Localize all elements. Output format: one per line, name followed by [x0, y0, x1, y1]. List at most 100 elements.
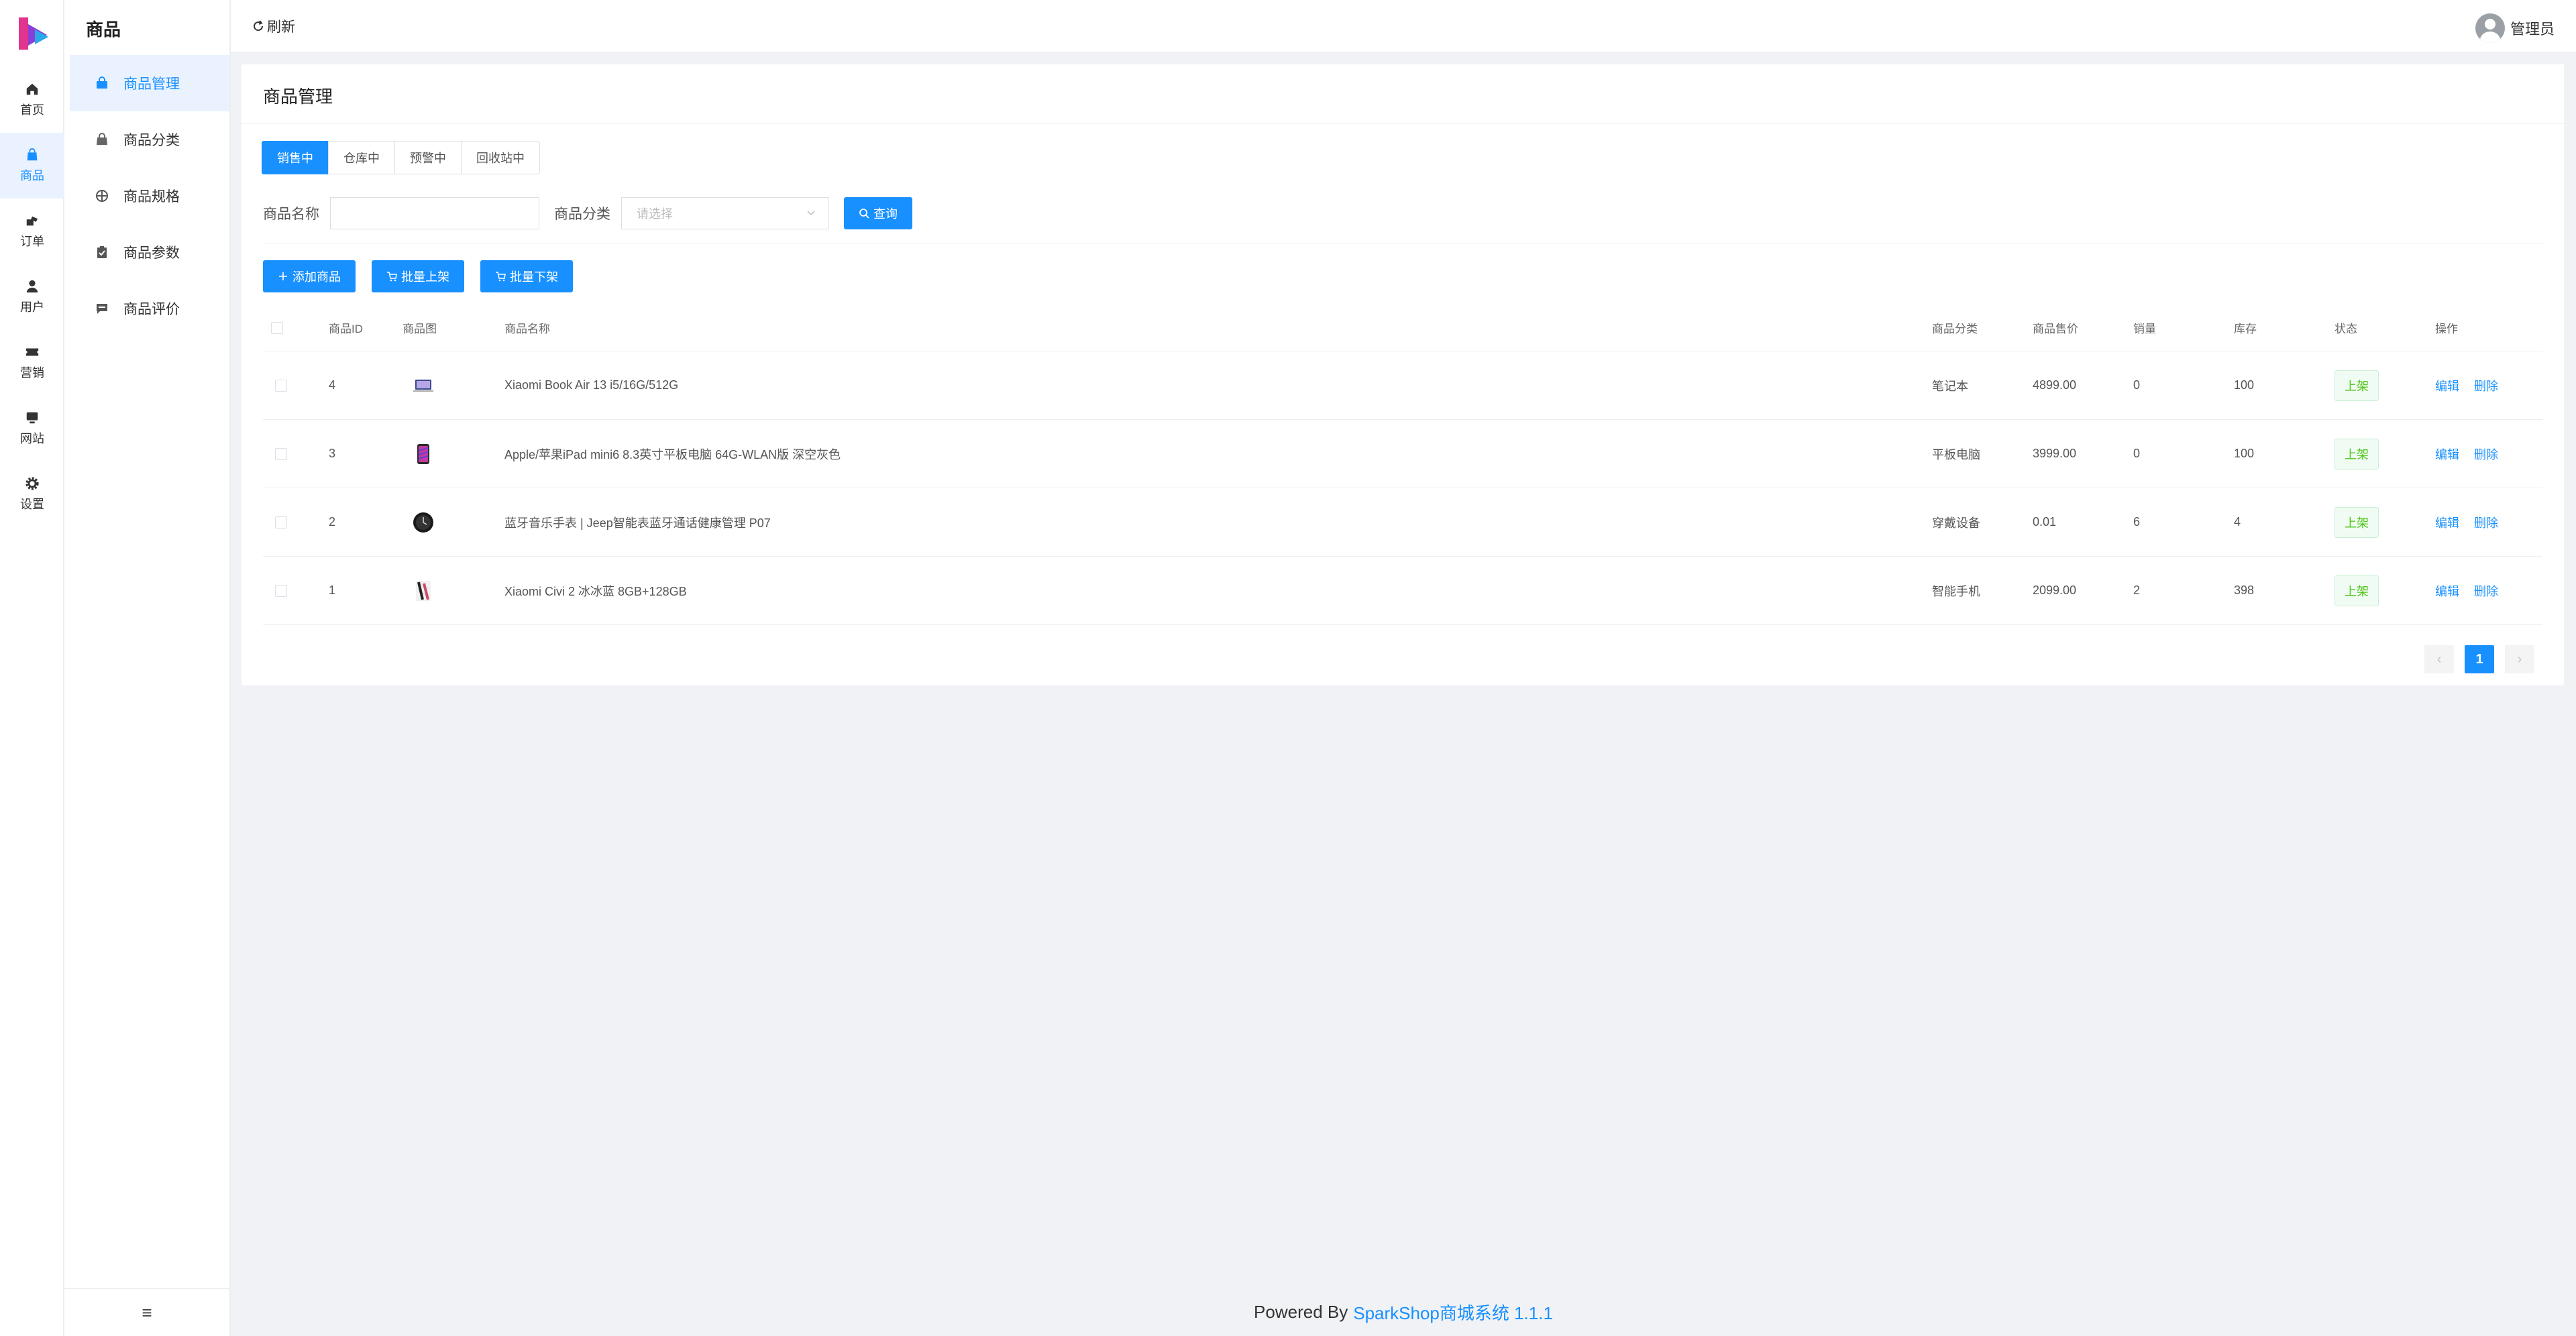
submenu-item-goods-management[interactable]: 商品管理 [70, 55, 229, 111]
monitor-icon [26, 412, 38, 424]
goods-sales: 6 [2133, 515, 2141, 528]
submenu-item-goods-review[interactable]: 商品评价 [70, 280, 229, 337]
rail-item-orders[interactable]: 订单 [0, 199, 64, 264]
rail-item-home[interactable]: 首页 [0, 67, 64, 133]
bag-icon [27, 148, 38, 161]
refresh-button[interactable]: 刷新 [252, 16, 295, 36]
batch-on-shelf-button[interactable]: 批量上架 [372, 260, 464, 292]
user-menu[interactable]: 管理员 [2475, 13, 2555, 43]
goods-id: 4 [329, 378, 336, 392]
column-header: 商品名称 [504, 323, 550, 335]
submenu-item-label: 商品规格 [123, 189, 180, 205]
edit-link[interactable]: 编辑 [2435, 582, 2459, 600]
search-button[interactable]: 查询 [844, 197, 912, 229]
watch-thumb[interactable] [412, 511, 435, 534]
prev-page-button[interactable]: ‹ [2424, 645, 2454, 673]
next-page-button[interactable]: › [2505, 645, 2534, 673]
user-icon [26, 280, 38, 293]
rail-item-label: 设置 [20, 498, 44, 511]
row-checkbox[interactable] [275, 516, 287, 528]
goods-stock: 100 [2234, 447, 2255, 460]
bag-icon [94, 131, 110, 148]
plus-icon [279, 272, 287, 280]
order-icon [26, 216, 38, 226]
row-checkbox[interactable] [275, 379, 287, 392]
table-row: 2 蓝牙音乐手表 | Jeep智能表蓝牙通话健康管理 P07 穿戴设备 0.01… [263, 488, 2542, 557]
submenu-item-goods-category[interactable]: 商品分类 [70, 111, 229, 168]
goods-table: 商品ID 商品图 商品名称 商品分类 商品售价 销量 库存 状态 操作 4 Xi… [263, 304, 2542, 625]
goods-stock: 398 [2234, 583, 2255, 597]
submenu-title: 商品 [86, 19, 121, 40]
delete-link[interactable]: 删除 [2474, 514, 2498, 531]
category-select-placeholder: 请选择 [637, 207, 673, 221]
goods-category: 智能手机 [1932, 584, 1980, 598]
column-header: 商品分类 [1932, 323, 1978, 335]
row-checkbox[interactable] [275, 447, 287, 460]
tab-on-sale[interactable]: 销售中 [262, 141, 329, 174]
table-row: 3 Apple/苹果iPad mini6 8.3英寸平板电脑 64G-WLAN版… [263, 420, 2542, 488]
delete-link[interactable]: 删除 [2474, 445, 2498, 463]
column-header: 状态 [2334, 323, 2357, 335]
goods-name: Xiaomi Book Air 13 i5/16G/512G [504, 378, 679, 392]
column-header: 库存 [2234, 323, 2257, 335]
batch-off-shelf-button[interactable]: 批量下架 [480, 260, 573, 292]
laptop-thumb[interactable] [412, 374, 435, 397]
icon-rail: 首页 商品 订单 用户 营销 网站 设置 [0, 0, 64, 1336]
submenu-item-label: 商品参数 [123, 245, 180, 261]
batch-off-shelf-label: 批量下架 [510, 270, 558, 284]
select-all-checkbox[interactable] [271, 321, 283, 334]
comment-icon [94, 300, 110, 317]
rail-item-label: 用户 [20, 300, 44, 314]
chevron-down-icon [807, 211, 815, 216]
rail-item-website[interactable]: 网站 [0, 396, 64, 461]
tablet-thumb[interactable] [412, 443, 435, 465]
status-badge[interactable]: 上架 [2334, 438, 2379, 469]
goods-id: 3 [329, 447, 336, 460]
goods-name: Xiaomi Civi 2 冰冰蓝 8GB+128GB [504, 584, 687, 598]
rail-item-users[interactable]: 用户 [0, 264, 64, 330]
rail-item-settings[interactable]: 设置 [0, 461, 64, 527]
edit-link[interactable]: 编辑 [2435, 514, 2459, 531]
refresh-icon [254, 20, 264, 32]
goods-category: 穿戴设备 [1932, 516, 1980, 530]
submenu-item-goods-spec[interactable]: 商品规格 [70, 168, 229, 224]
column-header: 商品图 [402, 323, 437, 335]
rail-item-label: 订单 [20, 235, 44, 248]
add-goods-button[interactable]: 添加商品 [263, 260, 356, 292]
filter-bar: 商品名称 商品分类 请选择 查询 [263, 197, 912, 229]
sub-menu: 商品 商品管理 商品分类 商品规格 商品参数 商品评价 ≡ [64, 0, 231, 1336]
tab-warning[interactable]: 预警中 [394, 141, 462, 174]
phone-thumb[interactable] [412, 579, 435, 602]
category-select[interactable]: 请选择 [621, 197, 829, 229]
row-checkbox[interactable] [275, 584, 287, 597]
status-badge[interactable]: 上架 [2334, 575, 2379, 606]
submenu-item-label: 商品评价 [123, 302, 180, 317]
goods-name-input[interactable] [330, 197, 539, 229]
delete-link[interactable]: 删除 [2474, 582, 2498, 600]
status-badge[interactable]: 上架 [2334, 506, 2379, 538]
tab-in-warehouse[interactable]: 仓库中 [328, 141, 395, 174]
submenu-item-label: 商品分类 [123, 133, 180, 148]
goods-stock: 4 [2234, 515, 2241, 528]
menu-collapse-icon[interactable]: ≡ [64, 1288, 229, 1336]
rail-item-marketing[interactable]: 营销 [0, 330, 64, 396]
tab-recycle-bin[interactable]: 回收站中 [461, 141, 540, 174]
clipboard-icon [94, 244, 110, 260]
page-footer: Powered By SparkShop商城系统 1.1.1 [231, 1288, 2576, 1336]
pagination: ‹ 1 › [2414, 645, 2534, 673]
page-number-button[interactable]: 1 [2465, 645, 2494, 673]
edit-link[interactable]: 编辑 [2435, 445, 2459, 463]
delete-link[interactable]: 删除 [2474, 377, 2498, 394]
home-icon [26, 83, 38, 95]
rail-item-goods[interactable]: 商品 [0, 133, 64, 199]
search-button-label: 查询 [873, 207, 898, 221]
edit-link[interactable]: 编辑 [2435, 377, 2459, 394]
rail-item-label: 商品 [20, 169, 44, 182]
table-row: 4 Xiaomi Book Air 13 i5/16G/512G 笔记本 489… [263, 351, 2542, 420]
footer-brand-link[interactable]: SparkShop商城系统 1.1.1 [1353, 1300, 1553, 1325]
submenu-item-goods-params[interactable]: 商品参数 [70, 224, 229, 280]
goods-name: 蓝牙音乐手表 | Jeep智能表蓝牙通话健康管理 P07 [504, 516, 771, 530]
status-badge[interactable]: 上架 [2334, 370, 2379, 401]
toolbar: 添加商品 批量上架 批量下架 [263, 260, 589, 292]
logo-icon[interactable] [15, 15, 52, 52]
